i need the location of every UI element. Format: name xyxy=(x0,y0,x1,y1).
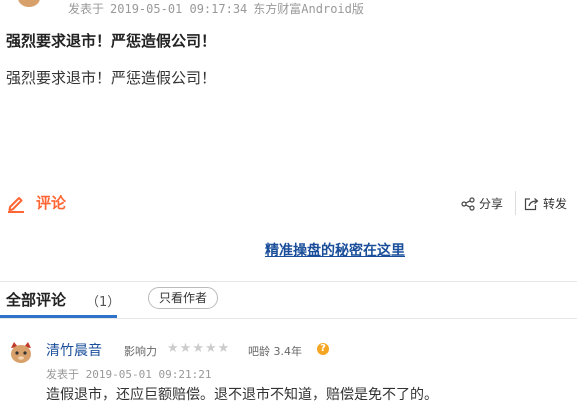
star-icon: ★ xyxy=(204,341,217,356)
influence-label: 影响力 xyxy=(124,345,157,358)
star-icon: ★ xyxy=(217,341,230,356)
forward-icon xyxy=(524,197,539,210)
pencil-icon xyxy=(8,196,24,213)
post-published-prefix: 发表于 xyxy=(68,2,105,16)
tab-all-comments[interactable]: 全部评论 xyxy=(6,289,66,310)
comment-meta: 发表于 2019-05-01 09:21:21 xyxy=(46,366,211,382)
post-body: 强烈要求退市！严惩造假公司！ xyxy=(6,69,217,87)
comment-text: 造假退市，还应巨额赔偿。退不退市不知道，赔偿是免不了的。 xyxy=(46,387,438,403)
share-label: 分享 xyxy=(479,197,504,211)
bar-age: 吧龄 3.4年 xyxy=(248,343,302,359)
share-button[interactable]: 分享 xyxy=(461,195,503,212)
comment-count: （1） xyxy=(86,295,121,310)
active-tab-indicator xyxy=(0,315,117,318)
promo-link[interactable]: 精准操盘的秘密在这里 xyxy=(265,240,405,260)
comment-label: 评论 xyxy=(36,194,67,212)
post-meta: 发表于 2019-05-01 09:17:34 东方财富Android版 xyxy=(68,0,370,17)
forward-button[interactable]: 转发 xyxy=(524,195,567,212)
help-icon[interactable]: ? xyxy=(317,343,329,355)
author-avatar[interactable] xyxy=(16,0,42,10)
influence-stars: ★ ★ ★ ★ ★ xyxy=(167,342,229,356)
post-published-time: 2019-05-01 09:17:34 xyxy=(110,2,248,16)
forward-label: 转发 xyxy=(543,197,568,211)
star-icon: ★ xyxy=(179,341,192,356)
share-icon xyxy=(461,196,475,211)
author-only-button[interactable]: 只看作者 xyxy=(148,287,218,309)
comment-published-prefix: 发表于 xyxy=(46,368,79,381)
comment-published-time: 2019-05-01 09:21:21 xyxy=(85,368,212,381)
post-title: 强烈要求退市！严惩造假公司！ xyxy=(6,32,217,50)
commenter-avatar[interactable] xyxy=(8,341,34,365)
star-icon: ★ xyxy=(192,341,204,356)
comment-button[interactable]: 评论 xyxy=(6,192,66,213)
star-icon: ★ xyxy=(167,341,179,356)
post-source: 东方财富Android版 xyxy=(253,2,364,16)
bar-age-label: 吧龄 xyxy=(248,345,270,358)
commenter-username[interactable]: 清竹晨音 xyxy=(46,340,102,360)
bar-age-value: 3.4年 xyxy=(273,345,303,358)
action-divider xyxy=(515,191,516,215)
